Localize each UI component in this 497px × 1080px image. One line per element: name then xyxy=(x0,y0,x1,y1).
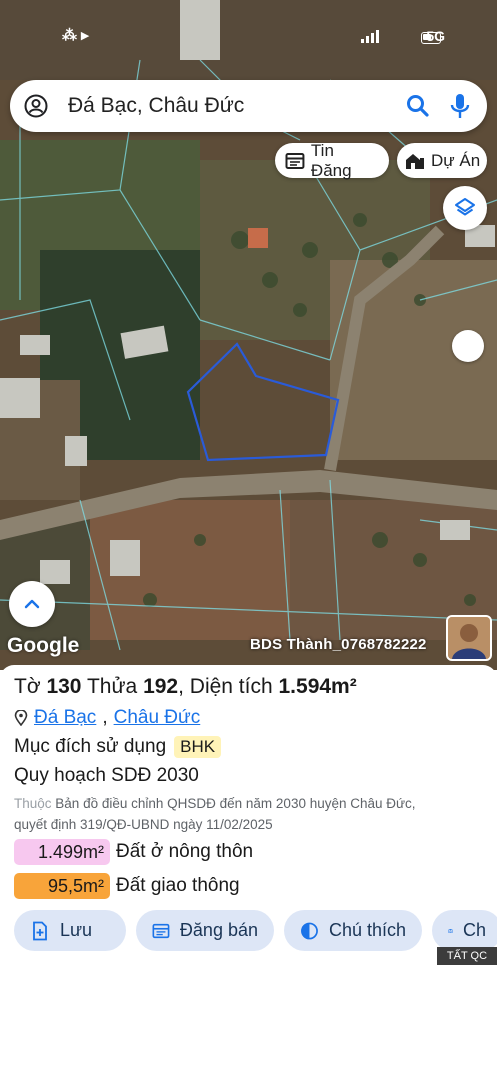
satellite-map[interactable]: ⁂ ▸ 5G Đá Bạc, Châu Đức Tin Đăng Dự Án G… xyxy=(0,0,497,670)
tin-dang-chip[interactable]: Tin Đăng xyxy=(275,140,389,180)
area-label: , Diện tích xyxy=(178,675,273,698)
google-logo: Google xyxy=(7,634,80,657)
battery-icon xyxy=(421,32,441,44)
du-an-label: Dự Án xyxy=(431,150,481,170)
buildings-icon xyxy=(406,153,424,169)
parcel-title: Tờ 130 Thửa 192, Diện tích 1.594m² xyxy=(14,675,357,699)
purpose-badge: BHK xyxy=(174,736,222,758)
zone-area: 95,5m² xyxy=(14,873,110,899)
layers-button[interactable] xyxy=(443,186,487,230)
account-icon[interactable] xyxy=(24,94,48,118)
to-number: 130 xyxy=(46,675,82,698)
source-text[interactable]: Bản đồ điều chỉnh QHSDĐ đến năm 2030 huy… xyxy=(55,796,415,811)
sell-label: Đăng bán xyxy=(179,920,258,940)
decision-text: quyết định 319/QĐ-UBND ngày 11/02/2025 xyxy=(14,817,273,832)
plan-heading: Quy hoạch SDĐ 2030 xyxy=(14,765,199,786)
zone-row: 95,5m² Đất giao thông xyxy=(14,873,240,899)
search-input[interactable]: Đá Bạc, Châu Đức xyxy=(68,94,244,118)
camera-icon xyxy=(448,928,453,933)
chevron-up-icon xyxy=(24,599,40,609)
du-an-chip[interactable]: Dự Án xyxy=(397,143,487,178)
zone-row: 1.499m² Đất ở nông thôn xyxy=(14,839,253,865)
area-value: 1.594m² xyxy=(278,675,357,698)
camera-label: Ch xyxy=(462,920,486,940)
to-label: Tờ xyxy=(14,675,41,698)
camera-button[interactable]: Ch xyxy=(432,910,497,951)
save-label: Lưu xyxy=(60,920,93,940)
legend-label: Chú thích xyxy=(328,920,406,940)
zone-area: 1.499m² xyxy=(14,839,110,865)
signal-icon xyxy=(361,30,379,43)
purpose-label: Mục đích sử dụng xyxy=(14,736,167,757)
zone-label: Đất giao thông xyxy=(116,875,240,896)
parcel-info-sheet: Tờ 130 Thửa 192, Diện tích 1.594m² Đá Bạ… xyxy=(0,665,497,1080)
listing-icon xyxy=(152,923,170,938)
commune-link[interactable]: Đá Bạc xyxy=(34,707,96,729)
district-link[interactable]: Châu Đức xyxy=(114,707,201,729)
zone-label: Đất ở nông thôn xyxy=(116,841,254,862)
location-dot-button[interactable] xyxy=(452,330,484,362)
microphone-icon[interactable] xyxy=(449,92,471,120)
legend-button[interactable]: Chú thích xyxy=(284,910,422,951)
search-bar[interactable]: Đá Bạc, Châu Đức xyxy=(10,80,487,132)
listing-icon xyxy=(285,152,305,169)
thua-number: 192 xyxy=(143,675,179,698)
sell-button[interactable]: Đăng bán xyxy=(136,910,274,951)
avatar-image xyxy=(448,617,490,659)
location-pin-icon xyxy=(14,710,28,726)
purpose-row: Mục đích sử dụng BHK xyxy=(14,736,222,758)
comma-separator: , xyxy=(102,707,108,728)
status-bar: ⁂ ▸ 5G xyxy=(0,22,497,52)
save-button[interactable]: Lưu xyxy=(14,910,126,951)
layers-icon xyxy=(455,198,475,216)
save-doc-icon xyxy=(33,921,47,940)
avatar[interactable] xyxy=(446,615,492,661)
search-icon[interactable] xyxy=(405,93,431,119)
action-bar: Lưu Đăng bán Chú thích Ch xyxy=(14,910,497,951)
plan-source: Thuộc Bản đồ điều chỉnh QHSDĐ đến năm 20… xyxy=(14,793,489,835)
expand-up-button[interactable] xyxy=(9,581,55,627)
contrast-icon xyxy=(301,922,318,939)
thua-label: Thửa xyxy=(86,675,138,698)
status-left-icons: ⁂ ▸ xyxy=(62,27,89,44)
watermark-text: BDS Thành_0768782222 xyxy=(250,636,427,653)
tin-dang-label: Tin Đăng xyxy=(310,140,352,180)
hide-ads-button[interactable]: TẤT QC xyxy=(437,947,497,965)
location-row: Đá Bạc, Châu Đức xyxy=(14,707,200,729)
source-prefix: Thuộc xyxy=(14,796,52,811)
